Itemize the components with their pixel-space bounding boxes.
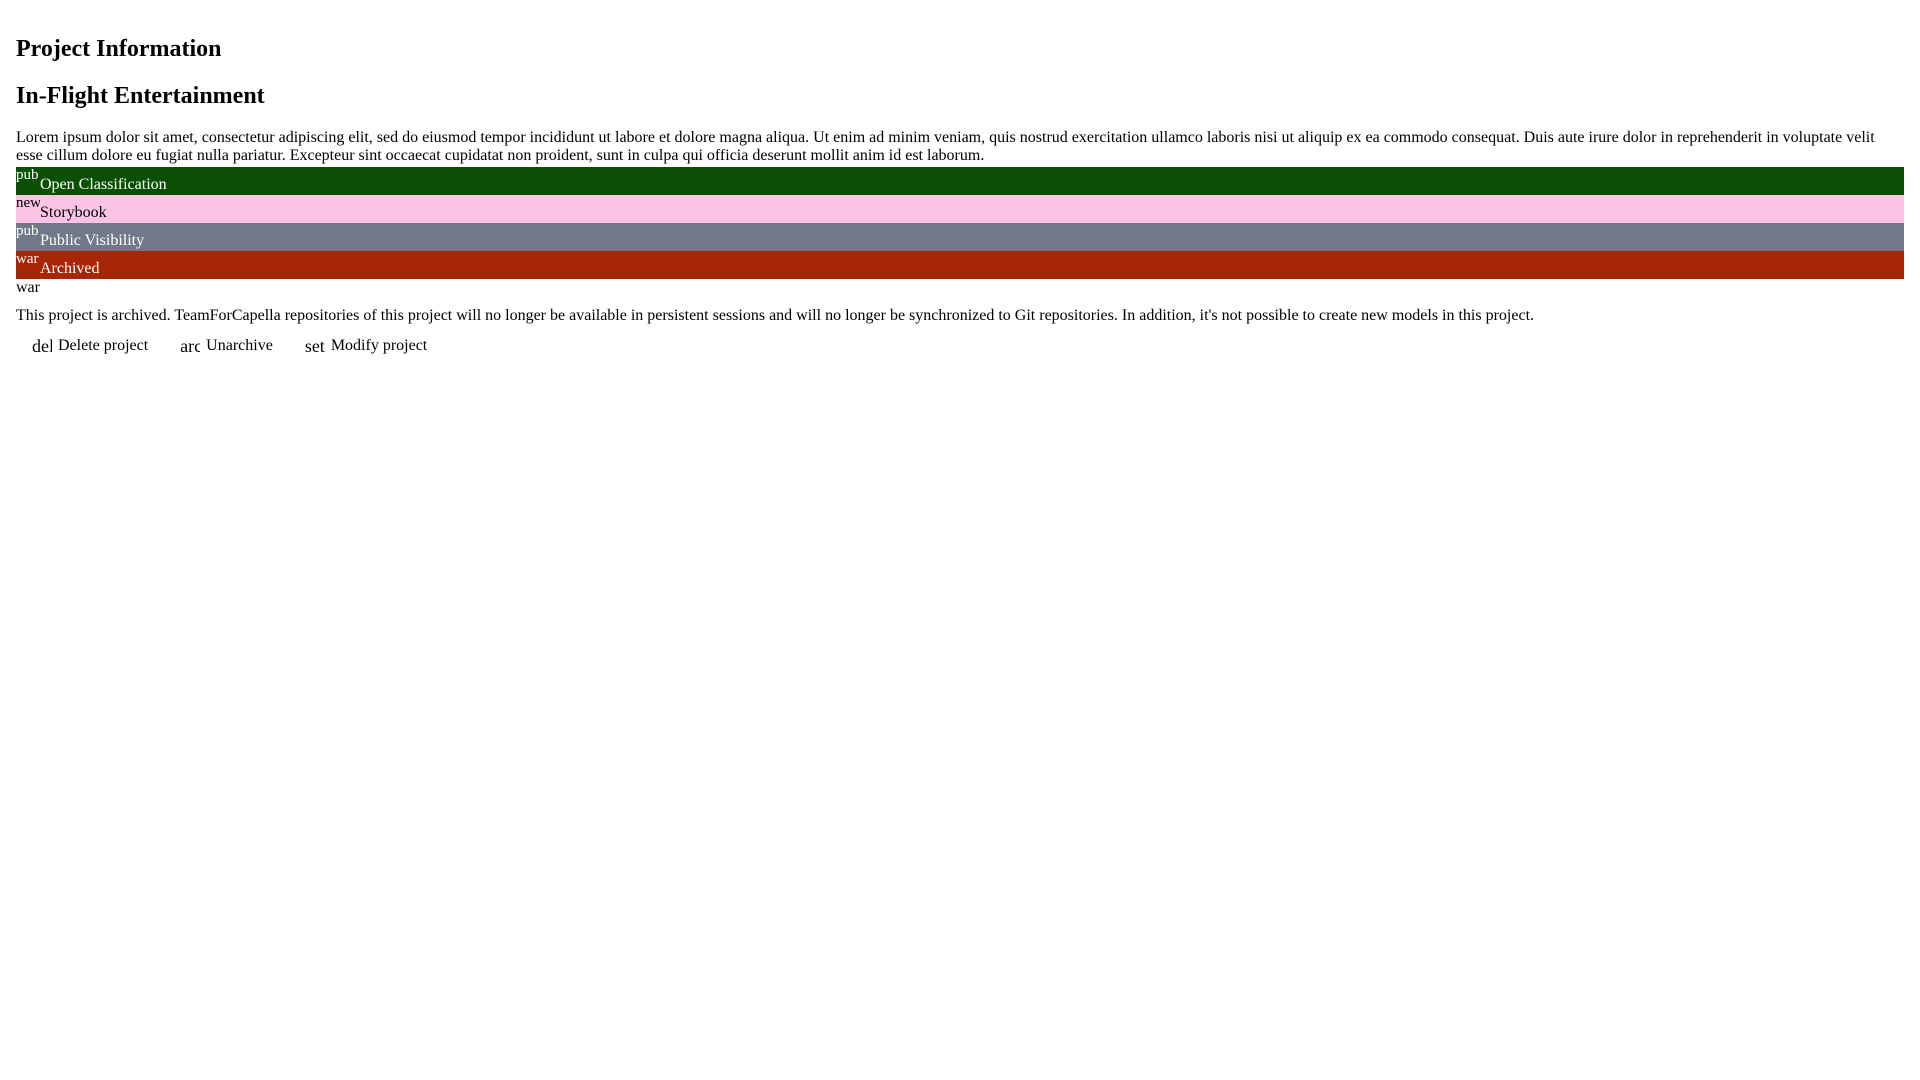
badge-label: Public Visibility: [40, 232, 145, 249]
badge-label: Storybook: [40, 204, 107, 221]
badge-archived: war Archived: [16, 251, 1904, 279]
unarchive-button[interactable]: archive Unarchive: [164, 335, 289, 357]
page-title: Project Information: [16, 36, 222, 62]
badge-label: Archived: [40, 260, 100, 277]
archive-icon: archive: [180, 335, 201, 356]
warning-icon: war: [16, 279, 40, 296]
badge-visibility: pub Public Visibility: [16, 223, 1904, 251]
badge-label: Open Classification: [40, 176, 167, 193]
archive-notice: This project is archived. TeamForCapella…: [16, 307, 1535, 324]
badge-type: new Storybook: [16, 195, 1904, 223]
warning-icon: war: [16, 251, 39, 267]
delete-project-button[interactable]: delete Delete project: [16, 335, 164, 357]
project-badges: pub Open Classification new Storybook pu…: [16, 167, 1904, 279]
button-label: Unarchive: [206, 337, 273, 354]
public-icon: pub: [16, 223, 39, 239]
modify-project-button[interactable]: settings Modify project: [289, 335, 443, 357]
project-description: Lorem ipsum dolor sit amet, consectetur …: [16, 129, 1875, 164]
project-name: In-Flight Entertainment: [16, 83, 265, 109]
button-label: Modify project: [330, 337, 428, 354]
new-icon: new: [16, 195, 40, 211]
badge-classification: pub Open Classification: [16, 167, 1904, 195]
delete-icon: delete: [32, 335, 52, 356]
project-actions: delete Delete project archive Unarchive …: [16, 335, 443, 357]
settings-icon: settings: [304, 335, 325, 356]
button-label: Delete project: [58, 337, 149, 354]
public-icon: pub: [16, 167, 39, 183]
